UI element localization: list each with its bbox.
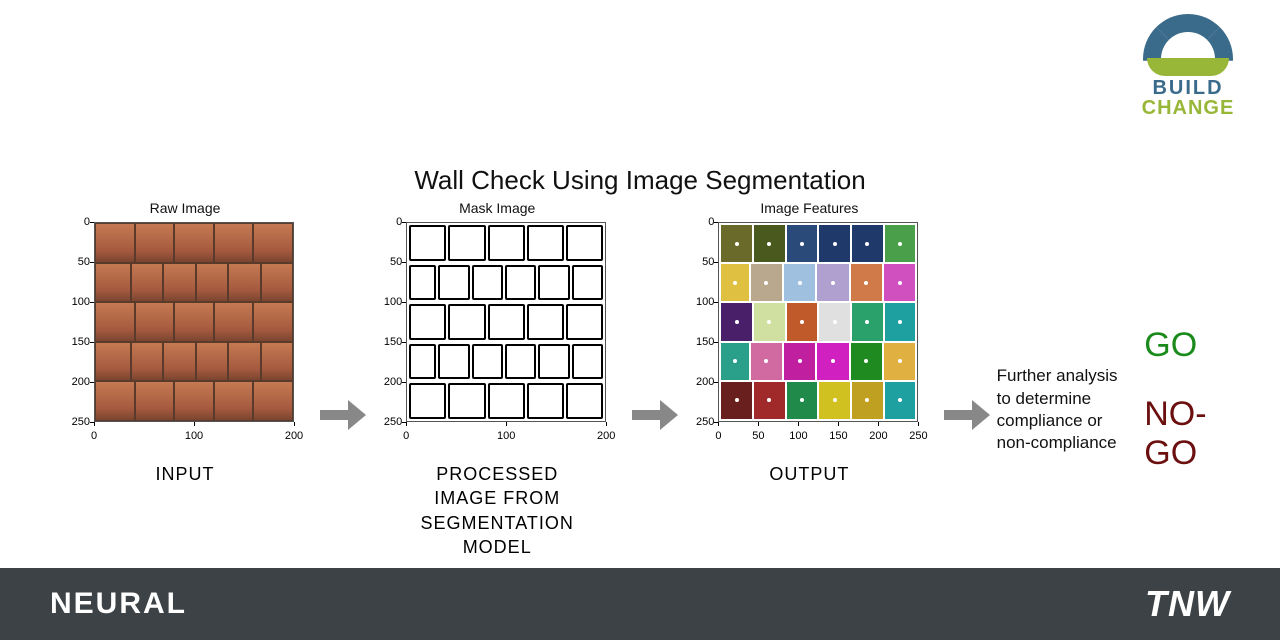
y-tick: 50 [372,256,402,268]
x-tick: 200 [597,430,615,442]
y-tick: 250 [684,416,714,428]
y-tick: 50 [684,256,714,268]
panel-mask: Mask Image 0501001502002500100200 PROCES… [372,200,622,559]
feature-cell [819,303,850,340]
footer-bar: NEURAL TNW [0,568,1280,640]
raw-image [94,222,294,422]
feature-cell [819,225,850,262]
feature-cell [754,303,785,340]
y-tick: 100 [684,296,714,308]
feature-cell [884,264,915,301]
y-tick: 0 [372,216,402,228]
feature-cell [754,225,785,262]
feature-cell [751,264,782,301]
x-tick: 200 [869,430,887,442]
y-tick: 100 [60,296,90,308]
x-tick: 50 [752,430,764,442]
y-tick: 150 [372,336,402,348]
analysis-text: Further analysis to determine compliance… [997,365,1135,453]
y-tick: 50 [60,256,90,268]
go-label: GO [1144,326,1250,365]
footer-left: NEURAL [50,587,187,621]
feature-cell [721,343,748,380]
feature-cell [817,343,848,380]
x-tick: 100 [497,430,515,442]
build-change-logo: BUILD CHANGE [1128,14,1248,118]
x-tick: 0 [91,430,97,442]
pipeline-row: Raw Image 0501001502002500100200 INPUT M… [60,200,1250,559]
x-tick: 0 [403,430,409,442]
x-tick: 0 [715,430,721,442]
feature-cell [851,343,882,380]
logo-graphic [1143,14,1233,72]
nogo-label: NO-GO [1144,395,1250,473]
y-tick: 200 [372,376,402,388]
x-tick: 100 [789,430,807,442]
arrow-1 [320,400,362,430]
feature-cell [852,225,883,262]
feature-cell [721,382,752,419]
feature-cell [852,382,883,419]
x-tick: 250 [909,430,927,442]
feature-cell [817,264,848,301]
feature-cell [721,264,748,301]
y-tick: 150 [60,336,90,348]
feature-cell [885,303,916,340]
arrow-2 [632,400,674,430]
logo-text-change: CHANGE [1128,98,1248,118]
panel-raw-label: INPUT [156,462,215,486]
raw-axes: 0501001502002500100200 [60,218,310,448]
feature-cell [721,303,752,340]
logo-text-build: BUILD [1128,78,1248,98]
x-tick: 150 [829,430,847,442]
feature-cell [751,343,782,380]
feature-cell [885,225,916,262]
x-tick: 200 [285,430,303,442]
y-tick: 100 [372,296,402,308]
feat-image [718,222,918,422]
y-tick: 0 [684,216,714,228]
mask-image [406,222,606,422]
y-tick: 250 [372,416,402,428]
panel-raw: Raw Image 0501001502002500100200 INPUT [60,200,310,486]
feature-cell [784,264,815,301]
feature-cell [884,343,915,380]
feature-cell [851,264,882,301]
y-tick: 200 [684,376,714,388]
arrow-3 [944,400,986,430]
panel-raw-title: Raw Image [150,200,221,216]
panel-features: Image Features 0501001502002500501001502… [684,200,934,486]
y-tick: 250 [60,416,90,428]
feature-cell [819,382,850,419]
feature-cell [787,225,818,262]
feature-cell [787,382,818,419]
decision-block: GO NO-GO [1144,326,1250,473]
feature-cell [784,343,815,380]
feature-cell [885,382,916,419]
x-tick: 100 [185,430,203,442]
panel-mask-label: PROCESSED IMAGE FROM SEGMENTATION MODEL [421,462,574,559]
feature-cell [852,303,883,340]
y-tick: 150 [684,336,714,348]
feature-cell [721,225,752,262]
panel-features-label: OUTPUT [769,462,849,486]
feature-cell [787,303,818,340]
feat-axes: 050100150200250050100150200250 [684,218,934,448]
mask-axes: 0501001502002500100200 [372,218,622,448]
panel-mask-title: Mask Image [459,200,535,216]
diagram-title: Wall Check Using Image Segmentation [0,165,1280,196]
footer-right: TNW [1145,583,1230,625]
feature-cell [754,382,785,419]
y-tick: 0 [60,216,90,228]
panel-features-title: Image Features [760,200,858,216]
y-tick: 200 [60,376,90,388]
